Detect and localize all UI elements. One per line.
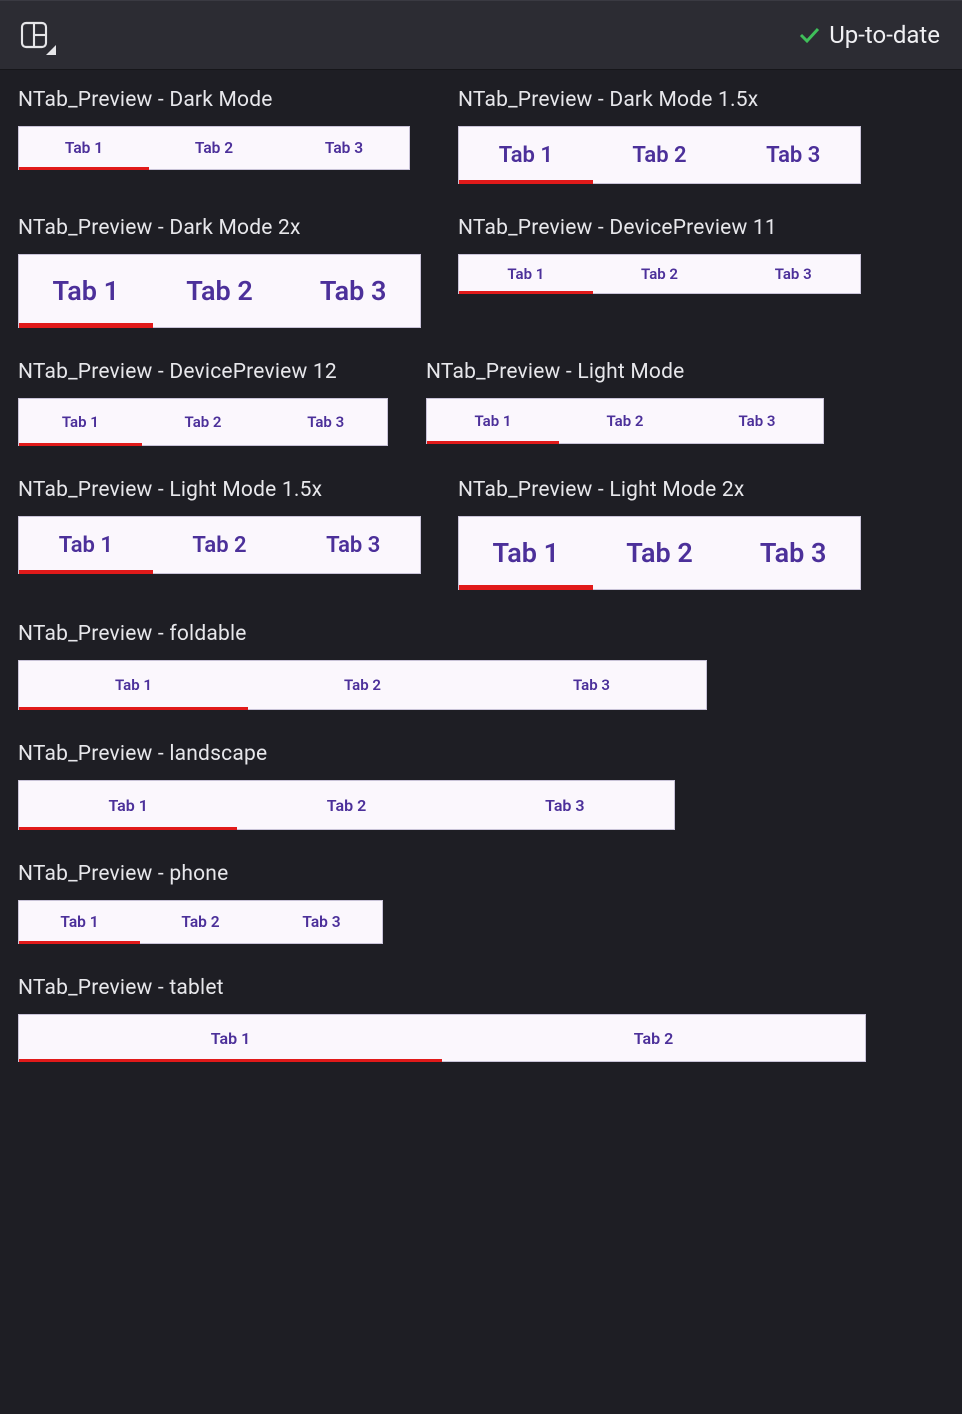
- tab-2[interactable]: Tab 2: [142, 399, 265, 445]
- tab-indicator: [459, 180, 593, 184]
- tab-3[interactable]: Tab 3: [477, 661, 706, 709]
- tab-bar: Tab 1 Tab 2 Tab 3: [426, 398, 824, 444]
- preview-dark-1-5x: NTab_Preview - Dark Mode 1.5x Tab 1 Tab …: [458, 88, 898, 184]
- tab-1[interactable]: Tab 1: [459, 255, 593, 293]
- tab-bar: Tab 1 Tab 2: [18, 1014, 866, 1062]
- tab-indicator: [19, 167, 149, 170]
- tab-1[interactable]: Tab 1: [19, 255, 153, 327]
- tab-1[interactable]: Tab 1: [19, 661, 248, 709]
- preview-light: NTab_Preview - Light Mode Tab 1 Tab 2 Ta…: [426, 360, 866, 444]
- tab-3[interactable]: Tab 3: [264, 399, 387, 445]
- preview-light-2x: NTab_Preview - Light Mode 2x Tab 1 Tab 2…: [458, 478, 898, 590]
- tab-indicator: [19, 443, 142, 446]
- tab-2[interactable]: Tab 2: [593, 127, 727, 183]
- preview-title: NTab_Preview - phone: [18, 862, 944, 886]
- tab-1[interactable]: Tab 1: [19, 127, 149, 169]
- preview-title: NTab_Preview - DevicePreview 11: [458, 216, 898, 240]
- preview-title: NTab_Preview - foldable: [18, 622, 944, 646]
- previews-container: NTab_Preview - Dark Mode Tab 1 Tab 2 Tab…: [0, 70, 962, 1062]
- preview-title: NTab_Preview - DevicePreview 12: [18, 360, 426, 384]
- preview-title: NTab_Preview - Dark Mode 2x: [18, 216, 458, 240]
- tab-3[interactable]: Tab 3: [726, 255, 860, 293]
- tab-bar: Tab 1 Tab 2 Tab 3: [18, 254, 421, 328]
- preview-title: NTab_Preview - Light Mode 1.5x: [18, 478, 458, 502]
- tab-bar: Tab 1 Tab 2 Tab 3: [458, 254, 861, 294]
- tab-indicator: [459, 291, 593, 294]
- preview-dark-2x: NTab_Preview - Dark Mode 2x Tab 1 Tab 2 …: [18, 216, 458, 328]
- preview-light-1-5x: NTab_Preview - Light Mode 1.5x Tab 1 Tab…: [18, 478, 458, 574]
- preview-title: NTab_Preview - Light Mode 2x: [458, 478, 898, 502]
- tab-2[interactable]: Tab 2: [149, 127, 279, 169]
- tab-bar: Tab 1 Tab 2 Tab 3: [458, 516, 861, 590]
- tab-1[interactable]: Tab 1: [19, 781, 237, 829]
- layout-switcher-icon[interactable]: [18, 19, 50, 51]
- tab-3[interactable]: Tab 3: [691, 399, 823, 443]
- tab-3[interactable]: Tab 3: [279, 127, 409, 169]
- tab-1[interactable]: Tab 1: [19, 901, 140, 943]
- tab-3[interactable]: Tab 3: [726, 517, 860, 589]
- tab-bar: Tab 1 Tab 2 Tab 3: [18, 780, 675, 830]
- tab-2[interactable]: Tab 2: [559, 399, 691, 443]
- tab-2[interactable]: Tab 2: [153, 517, 287, 573]
- tab-2[interactable]: Tab 2: [442, 1015, 865, 1061]
- tab-indicator: [19, 323, 153, 328]
- preview-title: NTab_Preview - Dark Mode: [18, 88, 458, 112]
- tab-1[interactable]: Tab 1: [459, 127, 593, 183]
- preview-foldable: NTab_Preview - foldable Tab 1 Tab 2 Tab …: [18, 622, 944, 710]
- tab-3[interactable]: Tab 3: [726, 127, 860, 183]
- tab-indicator: [427, 441, 559, 444]
- tab-1[interactable]: Tab 1: [19, 399, 142, 445]
- preview-tablet: NTab_Preview - tablet Tab 1 Tab 2: [18, 976, 944, 1062]
- tab-2[interactable]: Tab 2: [237, 781, 455, 829]
- preview-title: NTab_Preview - Light Mode: [426, 360, 866, 384]
- preview-topbar: Up-to-date: [0, 0, 962, 70]
- tab-indicator: [459, 585, 593, 590]
- tab-1[interactable]: Tab 1: [19, 517, 153, 573]
- tab-1[interactable]: Tab 1: [19, 1015, 442, 1061]
- tab-3[interactable]: Tab 3: [286, 255, 420, 327]
- tab-bar: Tab 1 Tab 2 Tab 3: [18, 516, 421, 574]
- tab-3[interactable]: Tab 3: [286, 517, 420, 573]
- tab-indicator: [19, 707, 248, 710]
- preview-title: NTab_Preview - tablet: [18, 976, 944, 1000]
- status-indicator: Up-to-date: [797, 21, 940, 49]
- preview-title: NTab_Preview - landscape: [18, 742, 944, 766]
- tab-2[interactable]: Tab 2: [248, 661, 477, 709]
- preview-devicepreview-11: NTab_Preview - DevicePreview 11 Tab 1 Ta…: [458, 216, 898, 294]
- tab-indicator: [19, 570, 153, 574]
- tab-indicator: [19, 941, 140, 944]
- tab-bar: Tab 1 Tab 2 Tab 3: [18, 900, 383, 944]
- preview-phone: NTab_Preview - phone Tab 1 Tab 2 Tab 3: [18, 862, 944, 944]
- tab-bar: Tab 1 Tab 2 Tab 3: [18, 398, 388, 446]
- preview-devicepreview-12: NTab_Preview - DevicePreview 12 Tab 1 Ta…: [18, 360, 426, 446]
- tab-3[interactable]: Tab 3: [456, 781, 674, 829]
- preview-title: NTab_Preview - Dark Mode 1.5x: [458, 88, 898, 112]
- status-text: Up-to-date: [829, 21, 940, 49]
- check-icon: [797, 23, 821, 47]
- preview-dark: NTab_Preview - Dark Mode Tab 1 Tab 2 Tab…: [18, 88, 458, 170]
- tab-2[interactable]: Tab 2: [593, 517, 727, 589]
- tab-indicator: [19, 827, 237, 830]
- preview-landscape: NTab_Preview - landscape Tab 1 Tab 2 Tab…: [18, 742, 944, 830]
- tab-2[interactable]: Tab 2: [153, 255, 287, 327]
- tab-1[interactable]: Tab 1: [427, 399, 559, 443]
- tab-3[interactable]: Tab 3: [261, 901, 382, 943]
- tab-bar: Tab 1 Tab 2 Tab 3: [18, 660, 707, 710]
- tab-1[interactable]: Tab 1: [459, 517, 593, 589]
- tab-bar: Tab 1 Tab 2 Tab 3: [458, 126, 861, 184]
- tab-2[interactable]: Tab 2: [593, 255, 727, 293]
- tab-indicator: [19, 1059, 442, 1062]
- tab-bar: Tab 1 Tab 2 Tab 3: [18, 126, 410, 170]
- tab-2[interactable]: Tab 2: [140, 901, 261, 943]
